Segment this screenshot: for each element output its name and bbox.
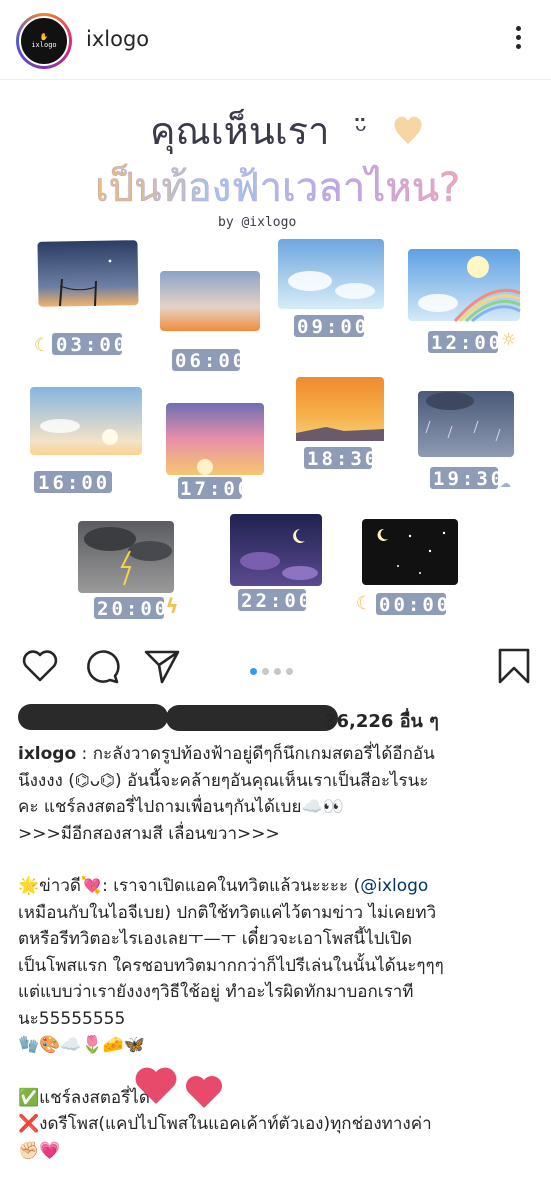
time-label-0900: 09:00 (297, 316, 369, 338)
sky-illustration: คุณเห็นเรา ᵕ̈ เป็นท้องฟ้าเวลาไหน? by @ix… (30, 108, 521, 620)
time-label-1830: 18:30 (307, 448, 379, 470)
post-image[interactable]: คุณเห็นเรา ᵕ̈ เป็นท้องฟ้าเวลาไหน? by @ix… (0, 81, 551, 631)
caption: ixlogo : กะลังวาดรูปท้องฟ้าอยู่ดีๆก็นึกเ… (18, 741, 538, 1164)
caption-username[interactable]: ixlogo (18, 744, 76, 764)
caption-text: นะ55555555 (18, 1008, 126, 1029)
caption-text: ❌งดรีโพส(แคปไปโพสในแอคเค้าท์ตัวเอง)ทุกช่… (18, 1114, 432, 1134)
redacted-liker-name (166, 705, 338, 731)
tile-0300 (37, 240, 139, 307)
title-heart (394, 116, 422, 144)
time-label-1600: 16:00 (38, 472, 110, 494)
tile-1930 (418, 391, 514, 457)
time-label-0000: 00:00 (379, 594, 451, 616)
mention-link[interactable]: @ixlogo (360, 876, 428, 896)
time-label-2000: 20:00 (97, 598, 169, 620)
time-label-1700: 17:00 (180, 478, 252, 500)
image-byline: by @ixlogo (218, 215, 296, 230)
caption-emojis: 🧤🎨☁️🌷🧀🦋 (18, 1035, 146, 1055)
tile-0600 (160, 271, 260, 331)
carousel-dot-active (250, 668, 257, 675)
likes-row[interactable]: 36,226 อื่น ๆ (18, 702, 538, 732)
tile-2000 (78, 521, 174, 593)
tile-0000 (362, 519, 458, 585)
redacted-liker-name (18, 704, 168, 730)
time-label-2200: 22:00 (241, 590, 313, 612)
floating-hearts (134, 1060, 234, 1110)
action-bar (0, 640, 551, 690)
post-header: ✋ ixlogo ixlogo (0, 0, 551, 80)
sun-icon: ☼ (502, 328, 518, 353)
caption-text: แต่แบบว่าเรายังงงๆวิธีใช้อยู่ ทำอะไรผิดท… (18, 982, 414, 1002)
heart-icon (186, 1076, 222, 1108)
moon-icon: ☾ (34, 335, 48, 356)
tile-0900 (278, 239, 384, 309)
caption-text: เป็นโพสแรก ใครชอบทวิตมากกว่าก็ไปรีเล่นใน… (18, 955, 444, 976)
likes-count[interactable]: 36,226 อื่น ๆ (324, 706, 439, 735)
time-label-0600: 06:00 (175, 350, 247, 372)
avatar-story-ring[interactable]: ✋ ixlogo (16, 13, 72, 69)
caption-text: 🌟ข่าวดี💘: เราจาเปิดแอคในทวิตแล้วนะะะะ ( (18, 876, 361, 896)
time-label-1930: 19:30 (433, 468, 505, 490)
caption-emojis: ✊🏻💗 (18, 1140, 61, 1161)
image-title-line1: คุณเห็นเรา (150, 108, 329, 154)
tile-1700 (166, 403, 264, 475)
caption-text: ตหรือรีทวิตอะไรเองเลยㅜ—ㅜ เดี๋ยวจะเอาโพสน… (18, 929, 413, 949)
more-options-icon[interactable] (515, 26, 523, 54)
share-send-icon[interactable] (142, 646, 182, 686)
caption-text: ✅แชร์ลงสตอรี่ได้ (18, 1087, 150, 1108)
tile-1600 (30, 387, 142, 455)
like-heart-icon[interactable] (20, 646, 60, 686)
tile-1200 (408, 249, 521, 323)
caption-text: คะ แชร์ลงสตอรี่ไปถามเพื่อนๆกันได้เบย☁️👀 (18, 797, 344, 817)
rain-cloud-icon: ☁ (500, 471, 514, 492)
smile-mark: ᵕ̈ (355, 114, 367, 149)
username-link[interactable]: ixlogo (86, 27, 149, 51)
time-label-0300: 03:00 (56, 334, 128, 356)
bookmark-icon[interactable] (494, 646, 534, 686)
caption-text: เหมือนกับในไอจีเบย) ปกติใช้ทวิตแค่ไว้ตาม… (18, 902, 437, 923)
comment-icon[interactable] (82, 646, 122, 686)
avatar[interactable]: ✋ ixlogo (19, 16, 69, 66)
carousel-dot (262, 668, 269, 675)
crescent-icon: ☾ (356, 593, 370, 614)
lightning-icon: ϟ (166, 594, 181, 618)
tile-1830 (296, 377, 384, 441)
carousel-dot (286, 668, 293, 675)
caption-text: >>>มีอีกสองสามสี เลื่อนขวา>>> (18, 823, 280, 844)
avatar-logo: ✋ ixlogo (31, 33, 57, 49)
tile-2200 (230, 514, 322, 586)
image-title-line2: เป็นท้องฟ้าเวลาไหน? (95, 163, 460, 211)
caption-text: นึงงงง (⌬ᴗ⌬) อันนี้จะคล้ายๆอันคุณเห็นเรา… (18, 770, 429, 791)
carousel-dot (274, 668, 281, 675)
caption-text: : กะลังวาดรูปท้องฟ้าอยู่ดีๆก็นึกเกมสตอรี… (76, 744, 435, 764)
carousel-indicator (250, 660, 298, 679)
time-label-1200: 12:00 (431, 332, 503, 354)
heart-icon (135, 1067, 177, 1104)
